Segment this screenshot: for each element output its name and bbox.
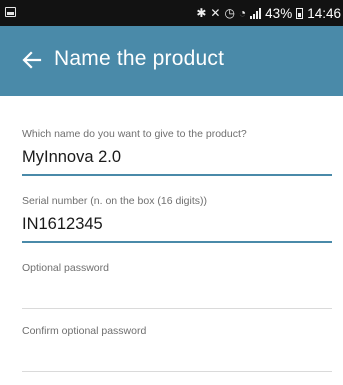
confirm-password-field[interactable]: Confirm optional password xyxy=(22,325,332,372)
confirm-password-input[interactable] xyxy=(22,345,332,365)
serial-number-input[interactable]: IN1612345 xyxy=(22,215,332,235)
product-name-field[interactable]: Which name do you want to give to the pr… xyxy=(22,128,332,176)
app-bar: Name the product xyxy=(0,26,343,96)
battery-percent: 43% xyxy=(265,5,293,21)
status-icons: ✱ ✕ ◷ ◔ 43% 14:46 xyxy=(196,4,341,22)
bluetooth-icon: ✱ xyxy=(196,6,207,20)
status-bar: ✱ ✕ ◷ ◔ 43% 14:46 xyxy=(0,0,343,26)
confirm-password-label: Confirm optional password xyxy=(22,325,147,337)
serial-number-label: Serial number (n. on the box (16 digits)… xyxy=(22,195,208,207)
optional-password-input[interactable] xyxy=(22,282,332,302)
wifi-icon: ◔ xyxy=(238,6,247,20)
optional-password-underline xyxy=(22,308,332,309)
product-name-label: Which name do you want to give to the pr… xyxy=(22,128,247,140)
product-name-input[interactable]: MyInnova 2.0 xyxy=(22,148,332,168)
serial-number-field[interactable]: Serial number (n. on the box (16 digits)… xyxy=(22,195,332,243)
arrow-left-icon[interactable] xyxy=(22,50,42,70)
product-name-underline xyxy=(22,174,332,176)
alarm-icon: ◷ xyxy=(224,6,235,20)
status-time: 14:46 xyxy=(307,5,341,21)
confirm-password-underline xyxy=(22,371,332,372)
optional-password-label: Optional password xyxy=(22,262,109,274)
page-title: Name the product xyxy=(54,47,225,70)
screen: ✱ ✕ ◷ ◔ 43% 14:46 Name the product Which… xyxy=(0,0,343,385)
mute-icon: ✕ xyxy=(210,6,221,20)
serial-number-underline xyxy=(22,241,332,243)
optional-password-field[interactable]: Optional password xyxy=(22,262,332,309)
battery-icon xyxy=(296,7,304,19)
signal-icon xyxy=(250,7,262,19)
notification-icon xyxy=(5,7,16,17)
